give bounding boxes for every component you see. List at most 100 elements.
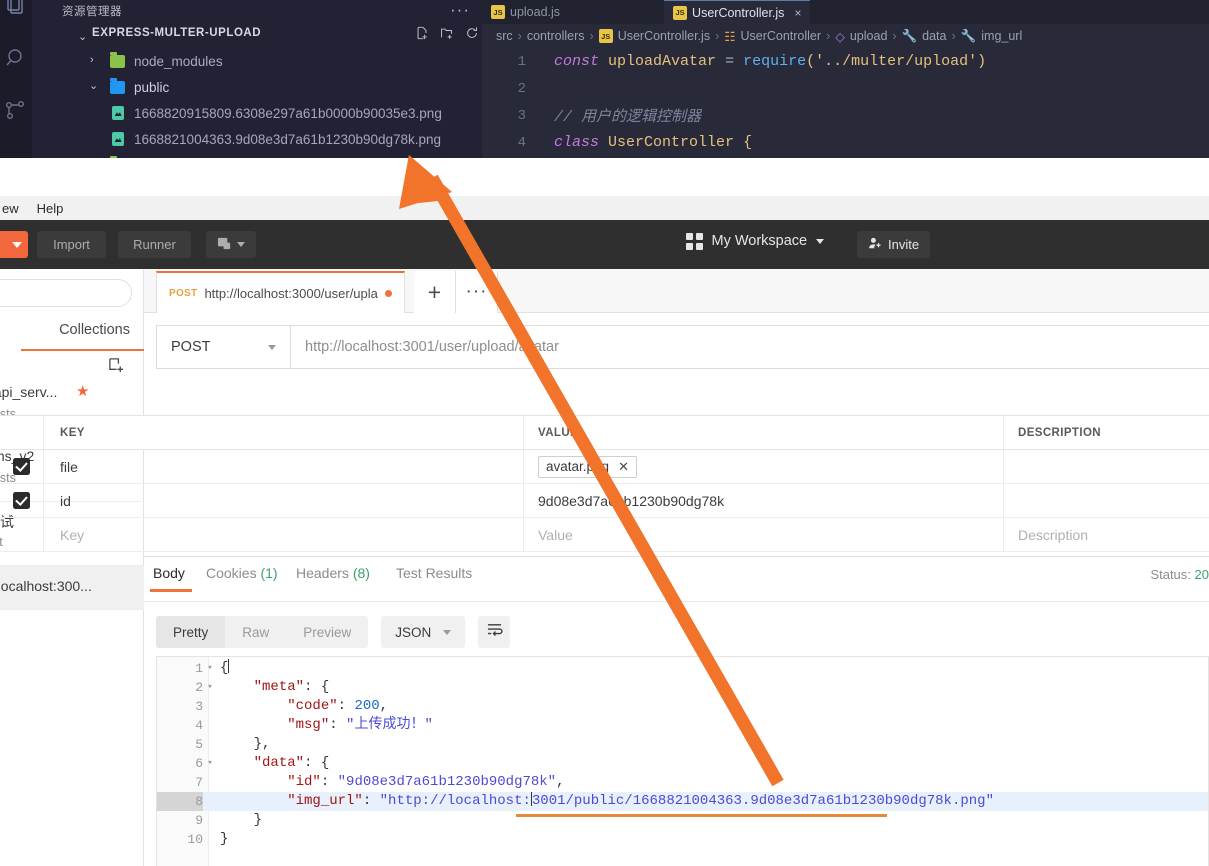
fold-icon[interactable]: ▾ [205,678,215,697]
row-checkbox-cell[interactable] [0,518,44,551]
tab-collections[interactable]: Collections [59,322,130,338]
tree-item-image-2[interactable]: 1668821004363.9d08e3d7a61b1230b90dg78k.p… [64,126,514,152]
search-icon[interactable] [4,46,28,70]
invite-button[interactable]: Invite [857,231,931,258]
tree-item-node_modules[interactable]: › node_modules [64,48,514,74]
tab-body[interactable]: Body [153,565,185,581]
app-menu-bar[interactable]: ew Help [0,196,1209,220]
breadcrumb-item-file[interactable]: UserController.js [618,29,710,43]
workspace-selector[interactable]: My Workspace [686,233,825,250]
row-value-cell[interactable]: avatar.png ✕ [524,450,1004,483]
chevron-down-icon[interactable]: ⌄ [78,30,87,43]
import-button[interactable]: Import [37,231,106,258]
table-header-checkbox [0,416,44,449]
new-folder-icon[interactable] [440,26,454,40]
more-icon[interactable]: ··· [450,0,470,20]
breadcrumb-item-method[interactable]: upload [850,29,888,43]
chevron-right-icon: › [826,29,831,43]
chevron-down-icon[interactable] [237,242,245,247]
tab-test-results[interactable]: Test Results [396,565,472,581]
menu-item-help[interactable]: Help [37,201,64,216]
project-root-row[interactable]: ⌄ EXPRESS-MULTER-UPLOAD [64,24,514,46]
new-button[interactable] [0,231,28,258]
chevron-right-icon[interactable]: › [90,54,94,66]
row-key-cell[interactable]: Key [44,518,524,551]
chevron-down-icon[interactable] [268,344,276,350]
request-tab-bar[interactable]: POST http://localhost:3000/user/upla + ·… [144,269,1209,313]
refresh-icon[interactable] [465,26,479,40]
editor-tab-bar[interactable]: JS upload.js JS UserController.js × [482,0,1209,24]
tab-options-button[interactable]: ··· [456,271,498,313]
collection-item-3[interactable]: ://localhost:300... [0,566,144,610]
chevron-down-icon[interactable] [443,629,452,635]
active-tab-indicator [150,589,192,592]
checkbox-icon[interactable] [13,458,30,475]
menu-item-view[interactable]: ew [2,201,19,216]
close-icon[interactable]: × [794,6,801,20]
desktop-background [0,158,1209,196]
url-input[interactable]: http://localhost:3001/user/upload/avatar [291,326,1209,368]
fold-icon[interactable]: ▾ [205,659,215,678]
star-icon[interactable]: ★ [76,382,89,400]
vscode-activity-bar[interactable] [0,0,32,158]
row-description-cell[interactable] [1004,484,1209,517]
line-number: 1 [195,661,203,676]
format-preview-button[interactable]: Preview [286,616,368,648]
breadcrumb-item-class[interactable]: UserController [740,29,821,43]
table-row[interactable]: file avatar.png ✕ [0,450,1209,484]
tree-item-public[interactable]: ⌄ public [64,74,514,100]
response-format-bar[interactable]: Pretty Raw Preview JSON [156,616,511,648]
table-row[interactable]: Key Value Description [0,518,1209,552]
breadcrumb[interactable]: src › controllers › JS UserController.js… [496,25,1022,47]
breadcrumb-item-src[interactable]: src [496,29,513,43]
tree-item-label: node_modules [134,53,223,69]
row-key-cell[interactable]: id [44,484,524,517]
checkbox-icon[interactable] [13,492,30,509]
word-wrap-button[interactable] [478,616,511,648]
tab-cookies[interactable]: Cookies (1) [206,565,278,581]
new-window-button[interactable] [206,231,256,258]
editor-tab-usercontroller[interactable]: JS UserController.js × [664,0,811,24]
code-text: // 用户的逻辑控制器 [554,109,702,126]
response-tab-underline [144,601,1209,602]
code-editor-content[interactable]: 1 const uploadAvatar = require('../multe… [482,48,1209,158]
format-button-group[interactable]: Pretty Raw Preview [156,616,369,648]
row-value-cell[interactable]: Value [524,518,1004,551]
file-chip[interactable]: avatar.png ✕ [538,455,637,478]
breadcrumb-item-controllers[interactable]: controllers [527,29,585,43]
table-row[interactable]: id 9d08e3d7a61b1230b90dg78k [0,484,1209,518]
chevron-down-icon[interactable] [816,238,825,244]
response-tab-bar[interactable]: Body Cookies (1) Headers (8) Test Result… [144,565,1209,601]
breadcrumb-item-imgurl[interactable]: img_url [981,29,1022,43]
chevron-down-icon[interactable] [12,241,22,248]
add-tab-button[interactable]: + [414,271,456,313]
js-file-icon: JS [491,5,505,19]
breadcrumb-item-data[interactable]: data [922,29,946,43]
response-body-json[interactable]: 1 ▾ { 2 ▾ "meta": { 3 "code": 200, 4 "ms… [156,656,1209,866]
row-value-cell[interactable]: 9d08e3d7a61b1230b90dg78k [524,484,1004,517]
remove-file-icon[interactable]: ✕ [618,459,629,475]
row-key-cell[interactable]: file [44,450,524,483]
format-pretty-button[interactable]: Pretty [156,616,226,648]
sidebar-tabs[interactable]: Collections [0,317,144,351]
runner-button[interactable]: Runner [118,231,191,258]
language-select[interactable]: JSON [381,616,466,648]
editor-tab-upload[interactable]: JS upload.js [482,0,569,24]
source-control-icon[interactable] [4,98,28,122]
row-checkbox-cell[interactable] [0,484,44,517]
explorer-icon[interactable] [4,0,28,18]
format-raw-button[interactable]: Raw [225,616,286,648]
row-description-cell[interactable]: Description [1004,518,1209,551]
http-method-select[interactable]: POST [157,326,291,368]
search-input[interactable] [0,279,132,307]
row-description-cell[interactable] [1004,450,1209,483]
json-line: 5 }, [157,735,1208,754]
request-tab[interactable]: POST http://localhost:3000/user/upla [156,271,405,313]
chevron-down-icon[interactable]: ⌄ [89,79,98,92]
new-file-icon[interactable] [415,26,429,40]
tree-item-image-1[interactable]: 1668820915809.6308e297a61b0000b90035e3.p… [64,100,514,126]
row-checkbox-cell[interactable] [0,450,44,483]
fold-icon[interactable]: ▾ [205,754,215,773]
explorer-panel-title: 资源管理器 [62,6,122,18]
tab-headers[interactable]: Headers (8) [296,565,370,581]
